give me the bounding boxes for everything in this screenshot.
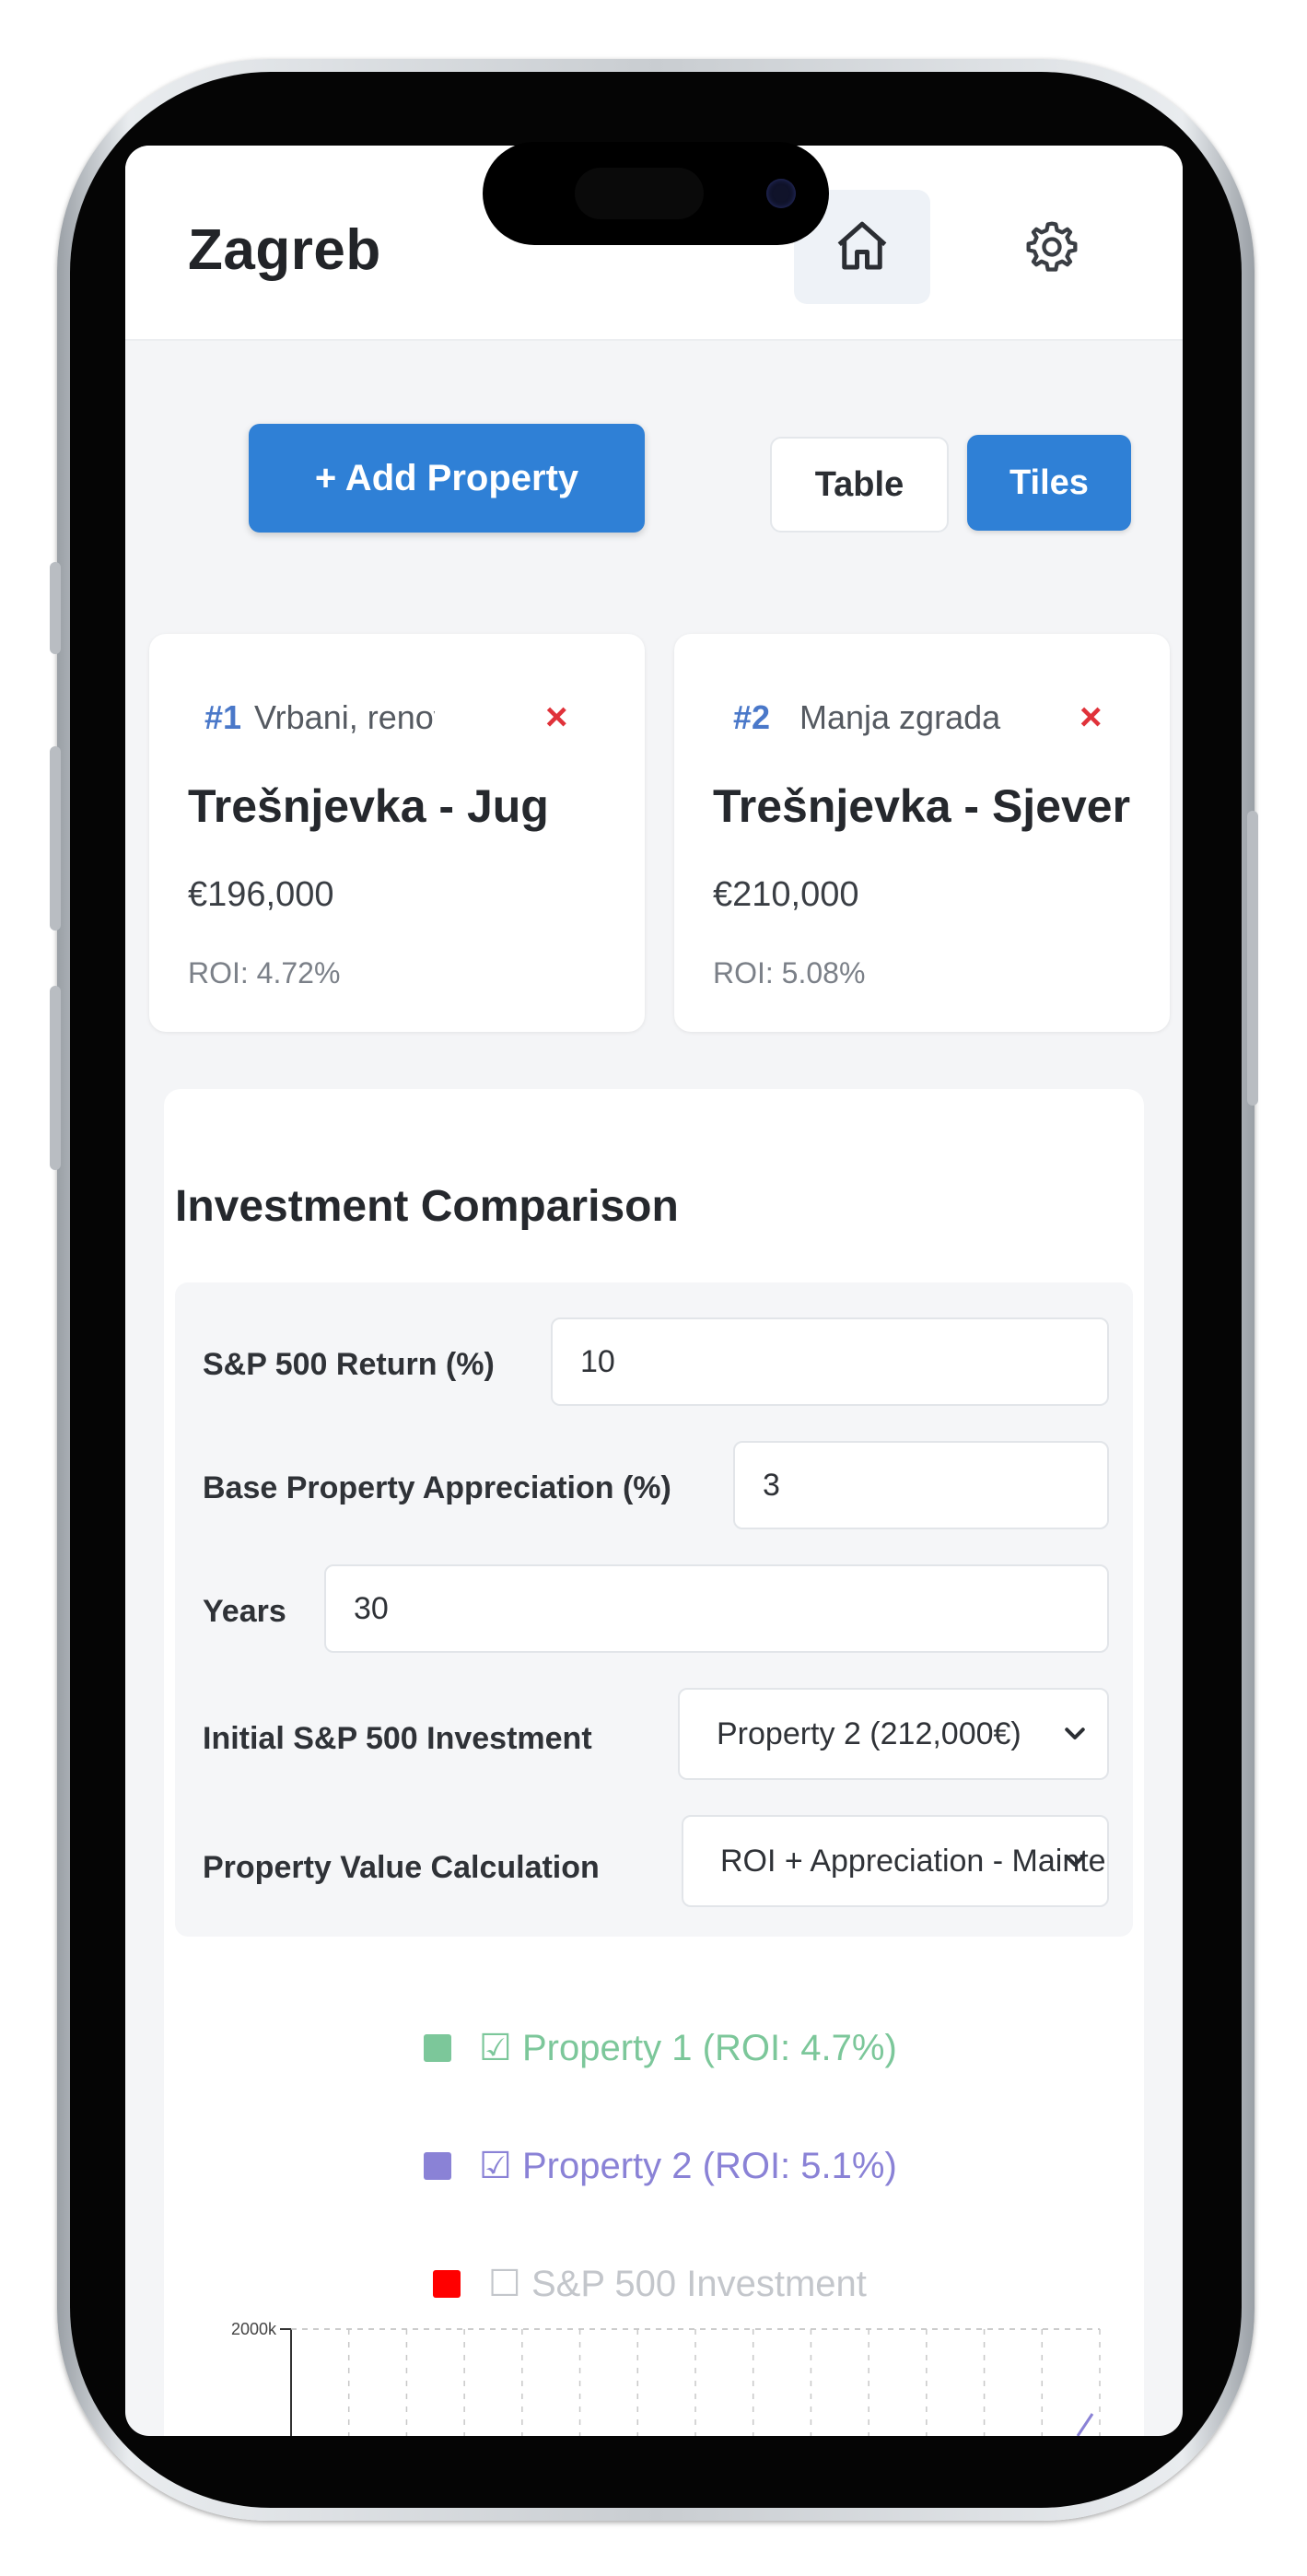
chart-series-line-property-2 — [1076, 2413, 1094, 2436]
years-input[interactable]: 30 — [324, 1564, 1109, 1653]
years-label: Years — [203, 1594, 286, 1629]
legend-label: ☑ Property 1 (ROI: 4.7%) — [479, 2028, 897, 2068]
investment-comparison-card: Investment Comparison S&P 500 Return (%)… — [164, 1089, 1144, 2436]
investment-title: Investment Comparison — [175, 1182, 679, 1231]
front-camera — [766, 179, 796, 208]
face-id-sensor — [575, 168, 704, 219]
volume-down-button — [50, 986, 61, 1170]
property-description: Manja zgrada — [799, 698, 1001, 736]
initial-sp-label: Initial S&P 500 Investment — [203, 1721, 592, 1756]
delete-property-button[interactable]: × — [1079, 695, 1103, 739]
gear-icon — [1026, 221, 1078, 272]
legend-item-property-1[interactable]: ☑ Property 1 (ROI: 4.7%) — [424, 2027, 897, 2069]
legend-label: ☑ Property 2 (ROI: 5.1%) — [479, 2146, 897, 2186]
legend-item-property-2[interactable]: ☑ Property 2 (ROI: 5.1%) — [424, 2145, 897, 2187]
base-appreciation-input[interactable]: 3 — [733, 1441, 1109, 1529]
app-screen: Zagreb + Add Property Table Tiles #1 Vrb… — [125, 146, 1183, 2436]
value-calc-select[interactable]: ROI + Appreciation - Maintenance — [682, 1815, 1109, 1907]
legend-label: ☐ S&P 500 Investment — [488, 2264, 867, 2304]
chart-y-tick-label: 2000k — [231, 2320, 277, 2338]
view-table-button[interactable]: Table — [770, 437, 949, 533]
value-calc-value: ROI + Appreciation - Maintenance — [720, 1843, 1107, 1879]
property-number: #2 — [733, 698, 771, 736]
initial-sp-value: Property 2 (212,000€) — [717, 1715, 1021, 1751]
value-calc-label: Property Value Calculation — [203, 1850, 600, 1885]
property-tile[interactable]: #1 Vrbani, renoviran × Trešnjevka - Jug … — [149, 634, 645, 1032]
sp-return-label: S&P 500 Return (%) — [203, 1347, 495, 1382]
settings-button[interactable] — [1002, 197, 1102, 297]
legend-swatch — [424, 2152, 451, 2180]
mute-switch — [50, 562, 61, 654]
investment-chart: 2000k — [231, 2320, 1101, 2436]
property-price: €210,000 — [713, 875, 859, 914]
property-tile[interactable]: #2 Manja zgrada × Trešnjevka - Sjever €2… — [674, 634, 1170, 1032]
chevron-down-icon — [1065, 1727, 1085, 1739]
view-tiles-button[interactable]: Tiles — [967, 435, 1131, 531]
delete-property-button[interactable]: × — [545, 695, 568, 739]
property-roi: ROI: 4.72% — [188, 956, 341, 989]
home-icon — [837, 221, 887, 270]
legend-item-sp500[interactable]: ☐ S&P 500 Investment — [433, 2263, 867, 2305]
add-property-button[interactable]: + Add Property — [249, 424, 645, 533]
property-roi: ROI: 5.08% — [713, 956, 866, 989]
initial-sp-select[interactable]: Property 2 (212,000€) — [678, 1688, 1109, 1780]
property-name: Trešnjevka - Sjever — [713, 780, 1131, 832]
dynamic-island — [483, 142, 829, 245]
city-title: Zagreb — [188, 218, 381, 282]
power-button — [1247, 811, 1258, 1106]
base-appreciation-label: Base Property Appreciation (%) — [203, 1470, 671, 1505]
property-name: Trešnjevka - Jug — [188, 780, 549, 832]
property-number: #1 — [204, 698, 242, 736]
property-description: Vrbani, renoviran — [254, 698, 435, 736]
sp-return-input[interactable]: 10 — [551, 1317, 1109, 1406]
legend-swatch — [424, 2034, 451, 2062]
chevron-down-icon — [1065, 1855, 1085, 1867]
legend-swatch — [433, 2270, 461, 2298]
property-price: €196,000 — [188, 875, 334, 914]
investment-form: S&P 500 Return (%) 10 Base Property Appr… — [175, 1282, 1133, 1937]
volume-up-button — [50, 746, 61, 931]
